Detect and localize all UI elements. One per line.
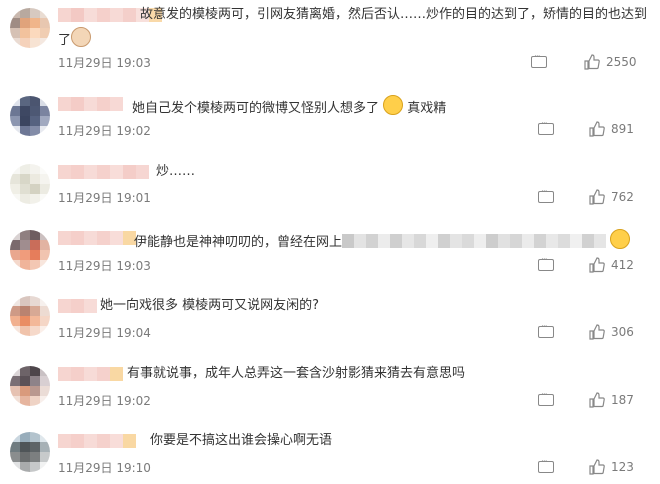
- thumbs-up-icon: [584, 54, 600, 70]
- like-count: 2550: [606, 55, 637, 69]
- comment-item: 伊能静也是神神叨叨的，曾经在网上 11月29日 19:03 412: [0, 222, 660, 282]
- like-count: 891: [611, 122, 634, 136]
- avatar[interactable]: [10, 230, 50, 270]
- avatar[interactable]: [10, 164, 50, 204]
- like-button[interactable]: 412: [589, 257, 634, 273]
- like-count: 412: [611, 258, 634, 272]
- like-button[interactable]: 2550: [584, 54, 637, 70]
- comment-item: 她自己发个模棱两可的微博又怪别人想多了 真戏精 11月29日 19:02 891: [0, 88, 660, 148]
- username-blurred[interactable]: [58, 434, 136, 448]
- avatar[interactable]: [10, 296, 50, 336]
- like-button[interactable]: 187: [589, 392, 634, 408]
- reply-icon[interactable]: [538, 187, 554, 203]
- timestamp: 11月29日 19:03: [58, 56, 151, 70]
- like-count: 187: [611, 393, 634, 407]
- comment-text-part: 有事就说事，成年人总弄这一套含沙射影猜来猜去有意思吗: [127, 366, 466, 381]
- comment-item: 有事就说事，成年人总弄这一套含沙射影猜来猜去有意思吗 11月29日 19:02 …: [0, 358, 660, 418]
- comment-text-continued: 了: [58, 27, 92, 50]
- timestamp: 11月29日 19:04: [58, 326, 151, 340]
- avatar[interactable]: [10, 366, 50, 406]
- reply-icon[interactable]: [538, 119, 554, 135]
- timestamp: 11月29日 19:02: [58, 124, 151, 138]
- comment-item: 故意发的模棱两可，引网友猜离婚，然后否认……炒作的目的达到了，矫情的目的也达到 …: [0, 0, 660, 70]
- comment-text-part: 伊能静也是神神叨叨的，曾经在网上: [134, 235, 343, 250]
- reply-icon[interactable]: [531, 52, 547, 68]
- username-blurred[interactable]: [58, 97, 123, 111]
- like-button[interactable]: 891: [589, 121, 634, 137]
- thumbs-up-icon: [589, 121, 605, 137]
- comment-item: 她一向戏很多 模棱两可又说网友闲的? 11月29日 19:04 306: [0, 290, 660, 350]
- username-blurred[interactable]: [58, 367, 123, 381]
- timestamp: 11月29日 19:03: [58, 259, 151, 273]
- timestamp: 11月29日 19:10: [58, 461, 151, 475]
- like-button[interactable]: 123: [589, 459, 634, 475]
- laugh-cry-emoji-icon: [610, 229, 631, 249]
- thumbs-up-icon: [589, 257, 605, 273]
- reply-icon[interactable]: [538, 457, 554, 473]
- like-count: 123: [611, 460, 634, 474]
- like-button[interactable]: 306: [589, 324, 634, 340]
- comment-text: 你要是不搞这出谁会操心啊无语: [150, 432, 332, 450]
- blurred-text: [342, 234, 607, 248]
- reply-icon[interactable]: [538, 390, 554, 406]
- comment-text-part: 炒……: [156, 164, 196, 179]
- comment-text-part: 她自己发个模棱两可的微博又怪别人想多了: [132, 101, 380, 116]
- comment-text-part: 了: [58, 33, 72, 48]
- comment-text: 炒……: [156, 163, 195, 181]
- comment-text: 故意发的模棱两可，引网友猜离婚，然后否认……炒作的目的达到了，矫情的目的也达到: [140, 6, 647, 24]
- reply-icon[interactable]: [538, 322, 554, 338]
- timestamp: 11月29日 19:01: [58, 191, 151, 205]
- comment-text-part: 她一向戏很多 模棱两可又说网友闲的?: [100, 298, 320, 313]
- like-button[interactable]: 762: [589, 189, 634, 205]
- comment-item: 你要是不搞这出谁会操心啊无语 11月29日 19:10 123: [0, 426, 660, 484]
- comment-text-part: 故意发的模棱两可，引网友猜离婚，然后否认……炒作的目的达到了，矫情的目的也达到: [140, 7, 648, 22]
- thumbs-up-icon: [589, 189, 605, 205]
- cat-emoji-icon: [71, 27, 92, 47]
- comment-text: 她自己发个模棱两可的微博又怪别人想多了 真戏精: [132, 95, 446, 118]
- thumbs-up-icon: [589, 324, 605, 340]
- comment-item: 炒…… 11月29日 19:01 762: [0, 156, 660, 216]
- username-blurred[interactable]: [58, 299, 97, 313]
- like-count: 306: [611, 325, 634, 339]
- avatar[interactable]: [10, 8, 50, 48]
- reply-icon[interactable]: [538, 255, 554, 271]
- comment-text-part: 你要是不搞这出谁会操心啊无语: [150, 433, 333, 448]
- comment-text: 有事就说事，成年人总弄这一套含沙射影猜来猜去有意思吗: [127, 365, 465, 383]
- thumbs-up-icon: [589, 392, 605, 408]
- username-blurred[interactable]: [58, 231, 136, 245]
- thumbs-up-icon: [589, 459, 605, 475]
- comment-text-part: 真戏精: [407, 101, 447, 116]
- comment-text: 伊能静也是神神叨叨的，曾经在网上: [134, 229, 631, 252]
- username-blurred[interactable]: [58, 165, 149, 179]
- avatar[interactable]: [10, 96, 50, 136]
- timestamp: 11月29日 19:02: [58, 394, 151, 408]
- like-count: 762: [611, 190, 634, 204]
- grimace-emoji-icon: [383, 95, 404, 115]
- avatar[interactable]: [10, 432, 50, 472]
- comment-text: 她一向戏很多 模棱两可又说网友闲的?: [100, 297, 319, 315]
